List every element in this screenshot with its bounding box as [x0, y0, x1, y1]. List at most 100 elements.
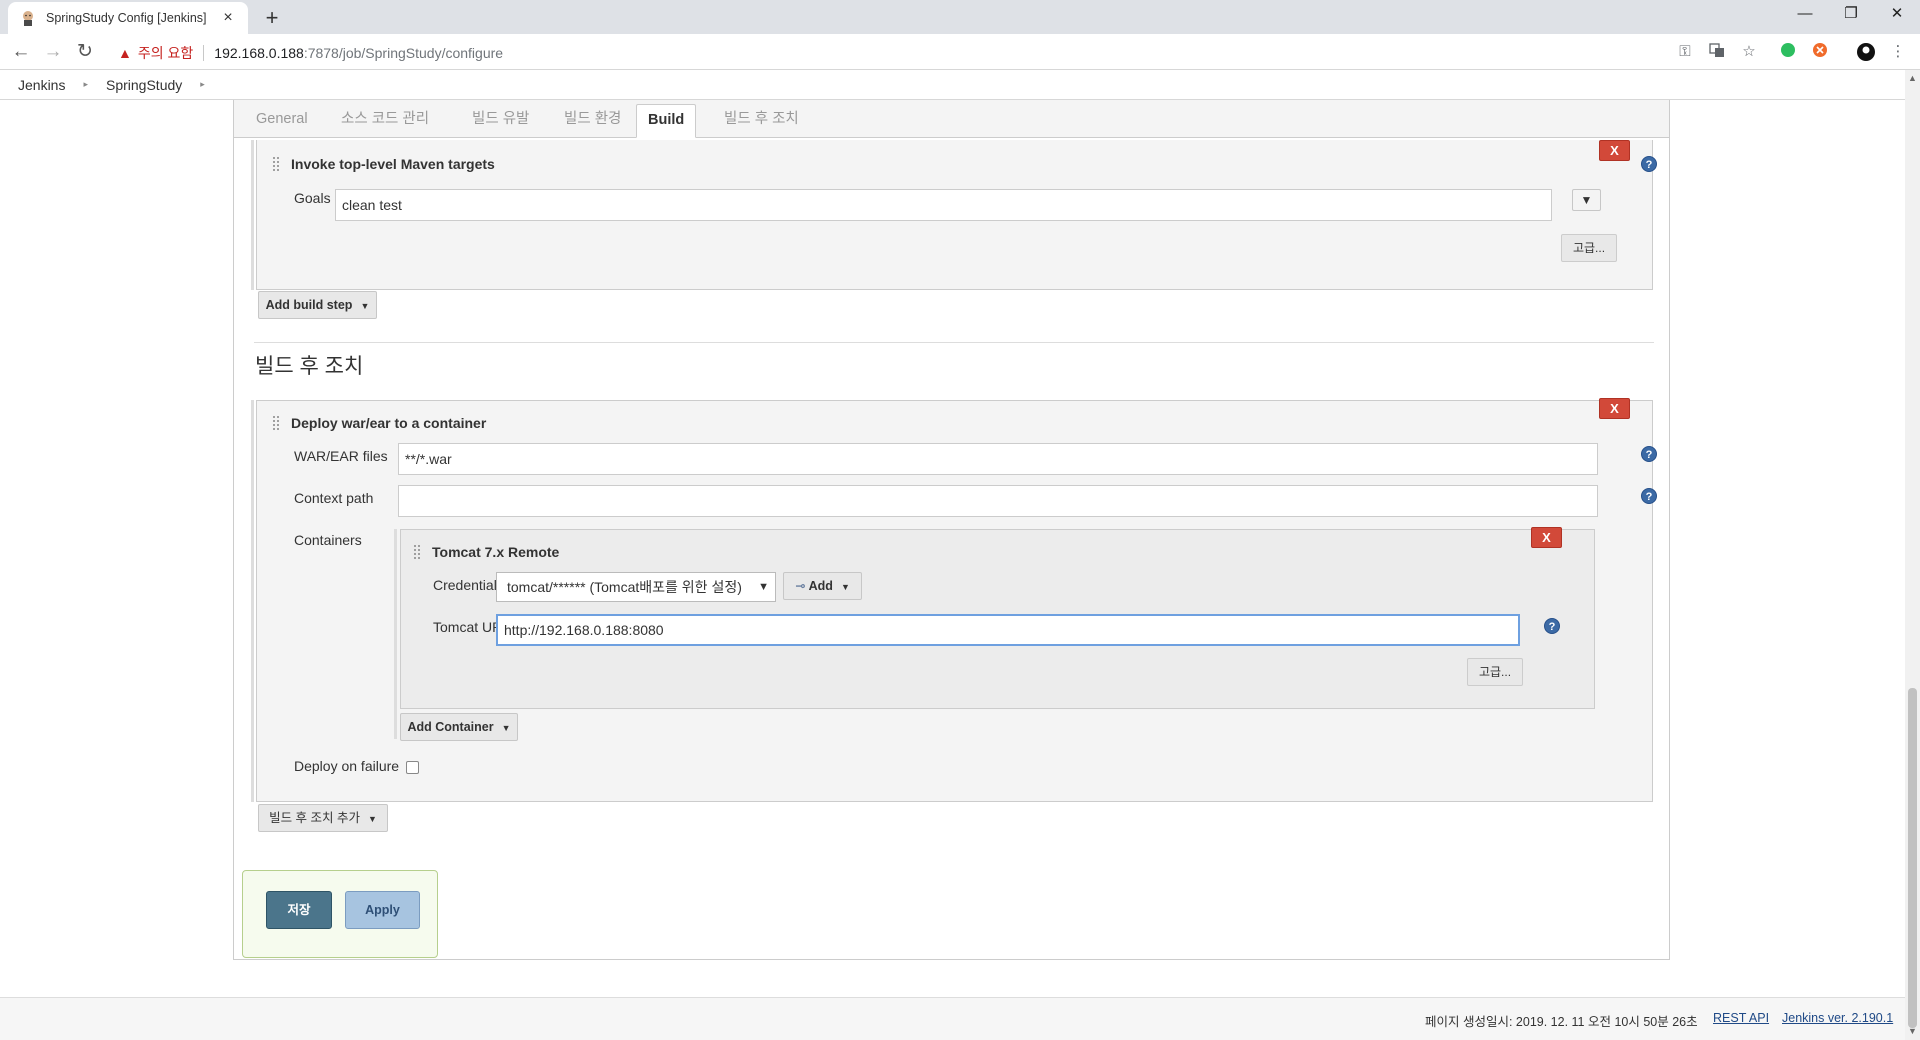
tab-general[interactable]: General [245, 104, 319, 138]
containers-label: Containers [294, 532, 362, 548]
extension-icon[interactable] [1810, 42, 1830, 62]
chevron-down-icon: ▼ [501, 723, 511, 733]
evernote-icon[interactable] [1778, 42, 1798, 62]
back-button[interactable]: ← [8, 39, 34, 65]
menu-icon[interactable]: ⋮ [1888, 42, 1908, 62]
browser-tabstrip: SpringStudy Config [Jenkins] × + — ❐ ✕ [0, 0, 1920, 34]
chevron-down-icon: ▼ [368, 814, 377, 824]
tab-build-triggers[interactable]: 빌드 유발 [461, 104, 540, 138]
scroll-thumb[interactable] [1908, 688, 1917, 1028]
war-files-label: WAR/EAR files [294, 448, 388, 464]
restore-button[interactable]: ❐ [1828, 0, 1874, 30]
jenkins-favicon-icon [23, 11, 33, 26]
config-tabbar: General 소스 코드 관리 빌드 유발 빌드 환경 Build 빌드 후 … [234, 100, 1669, 138]
add-container-label: Add Container [407, 720, 494, 734]
deploy-on-failure-checkbox[interactable] [406, 761, 419, 774]
scroll-down-icon[interactable]: ▼ [1908, 1026, 1917, 1036]
delete-container-button[interactable]: X [1531, 527, 1562, 548]
post-build-section-rule [251, 400, 254, 802]
profile-icon[interactable] [1856, 42, 1876, 62]
maven-advanced-button[interactable]: 고급... [1561, 234, 1617, 262]
breadcrumb-springstudy[interactable]: SpringStudy [106, 77, 182, 93]
warning-triangle-icon: ▲ [118, 45, 132, 61]
page-generated-time: 페이지 생성일시: 2019. 12. 11 오전 10시 50분 26초 [1425, 1015, 1698, 1029]
breadcrumb: Jenkins ▸ SpringStudy ▸ [0, 70, 1905, 100]
browser-toolbar: ← → ↻ ▲ 주의 요함 192.168.0.188:7878/job/Spr… [0, 34, 1920, 70]
jenkins-version-link[interactable]: Jenkins ver. 2.190.1 [1782, 1011, 1893, 1025]
build-section-rule [251, 140, 254, 290]
address-bar[interactable]: ▲ 주의 요함 192.168.0.188:7878/job/SpringStu… [108, 39, 1718, 67]
credentials-select[interactable]: tomcat/****** (Tomcat배포를 위한 설정) ▼ [496, 572, 776, 602]
goals-input[interactable]: clean test [335, 189, 1552, 221]
tab-title: SpringStudy Config [Jenkins] [46, 11, 207, 25]
help-icon[interactable]: ? [1641, 488, 1657, 504]
tab-source-code[interactable]: 소스 코드 관리 [330, 104, 440, 138]
add-build-step-label: Add build step [265, 298, 353, 312]
add-build-step-button[interactable]: Add build step ▼ [258, 291, 377, 319]
drag-handle-icon[interactable] [413, 544, 421, 560]
tab-build-environment[interactable]: 빌드 환경 [553, 104, 632, 138]
maven-step-title: Invoke top-level Maven targets [291, 156, 495, 172]
goals-label: Goals [294, 190, 331, 206]
tomcat-url-input[interactable]: http://192.168.0.188:8080 [496, 614, 1520, 646]
chevron-down-icon: ▼ [840, 582, 850, 592]
scroll-up-icon[interactable]: ▲ [1908, 73, 1917, 83]
tab-build[interactable]: Build [636, 104, 697, 138]
context-path-input[interactable] [398, 485, 1598, 517]
section-divider [254, 342, 1654, 343]
war-files-input[interactable]: **/*.war [398, 443, 1598, 475]
credentials-label: Credentials [433, 577, 504, 593]
maven-build-step: Invoke top-level Maven targets X ? Goals… [256, 140, 1657, 290]
config-panel: General 소스 코드 관리 빌드 유발 빌드 환경 Build 빌드 후 … [233, 100, 1670, 960]
drag-handle-icon[interactable] [272, 156, 280, 172]
add-post-build-button[interactable]: 빌드 후 조치 추가 ▼ [258, 804, 388, 832]
deploy-step-title: Deploy war/ear to a container [291, 415, 487, 431]
help-icon[interactable]: ? [1641, 156, 1657, 172]
url-path: :7878/job/SpringStudy/configure [303, 45, 504, 61]
deploy-war-step: Deploy war/ear to a container X WAR/EAR … [256, 398, 1657, 802]
add-container-button[interactable]: Add Container ▼ [400, 713, 518, 741]
breadcrumb-arrow-icon[interactable]: ▸ [83, 79, 88, 90]
tomcat-container: Tomcat 7.x Remote X Credentials tomcat/*… [400, 527, 1595, 709]
new-tab-button[interactable]: + [258, 4, 286, 32]
breadcrumb-jenkins[interactable]: Jenkins [18, 77, 65, 93]
window-close-button[interactable]: ✕ [1874, 0, 1920, 30]
expand-goals-button[interactable]: ▼ [1572, 189, 1601, 211]
credentials-value: tomcat/****** (Tomcat배포를 위한 설정) [507, 579, 742, 595]
help-icon[interactable]: ? [1544, 618, 1560, 634]
deploy-on-failure-label: Deploy on failure [294, 758, 400, 774]
chevron-down-icon: ▼ [360, 301, 370, 311]
post-build-heading: 빌드 후 조치 [255, 355, 364, 378]
delete-deploy-step-button[interactable]: X [1599, 398, 1630, 419]
breadcrumb-arrow-icon[interactable]: ▸ [200, 79, 205, 90]
add-label: Add [808, 579, 833, 593]
browser-tab[interactable]: SpringStudy Config [Jenkins] × [8, 2, 248, 34]
delete-maven-step-button[interactable]: X [1599, 140, 1630, 161]
reload-button[interactable]: ↻ [72, 39, 98, 65]
key-icon: ⊸ [795, 579, 806, 593]
add-credentials-button[interactable]: ⊸ Add ▼ [783, 572, 862, 600]
security-warning[interactable]: 주의 요함 [138, 43, 193, 63]
drag-handle-icon[interactable] [272, 415, 280, 431]
forward-button[interactable]: → [40, 39, 66, 65]
save-apply-bar: 저장 Apply [242, 870, 438, 958]
url-separator [203, 45, 205, 61]
apply-button[interactable]: Apply [345, 891, 420, 929]
page-scrollbar[interactable]: ▲ ▼ [1905, 70, 1920, 1040]
tab-close-icon[interactable]: × [220, 9, 236, 27]
container-rule [394, 529, 397, 739]
key-icon[interactable]: ⚿ [1675, 42, 1695, 62]
add-post-build-label: 빌드 후 조치 추가 [269, 811, 360, 825]
translate-icon[interactable] [1707, 42, 1727, 62]
help-icon[interactable]: ? [1641, 446, 1657, 462]
container-title: Tomcat 7.x Remote [432, 544, 560, 560]
bookmark-star-icon[interactable]: ☆ [1739, 42, 1759, 62]
url-host: 192.168.0.188 [214, 45, 304, 61]
save-button[interactable]: 저장 [266, 891, 332, 929]
footer: 페이지 생성일시: 2019. 12. 11 오전 10시 50분 26초 RE… [0, 997, 1905, 1040]
tab-post-build[interactable]: 빌드 후 조치 [713, 104, 810, 138]
minimize-button[interactable]: — [1782, 0, 1828, 30]
rest-api-link[interactable]: REST API [1713, 1011, 1769, 1025]
context-path-label: Context path [294, 490, 374, 506]
container-advanced-button[interactable]: 고급... [1467, 658, 1523, 686]
